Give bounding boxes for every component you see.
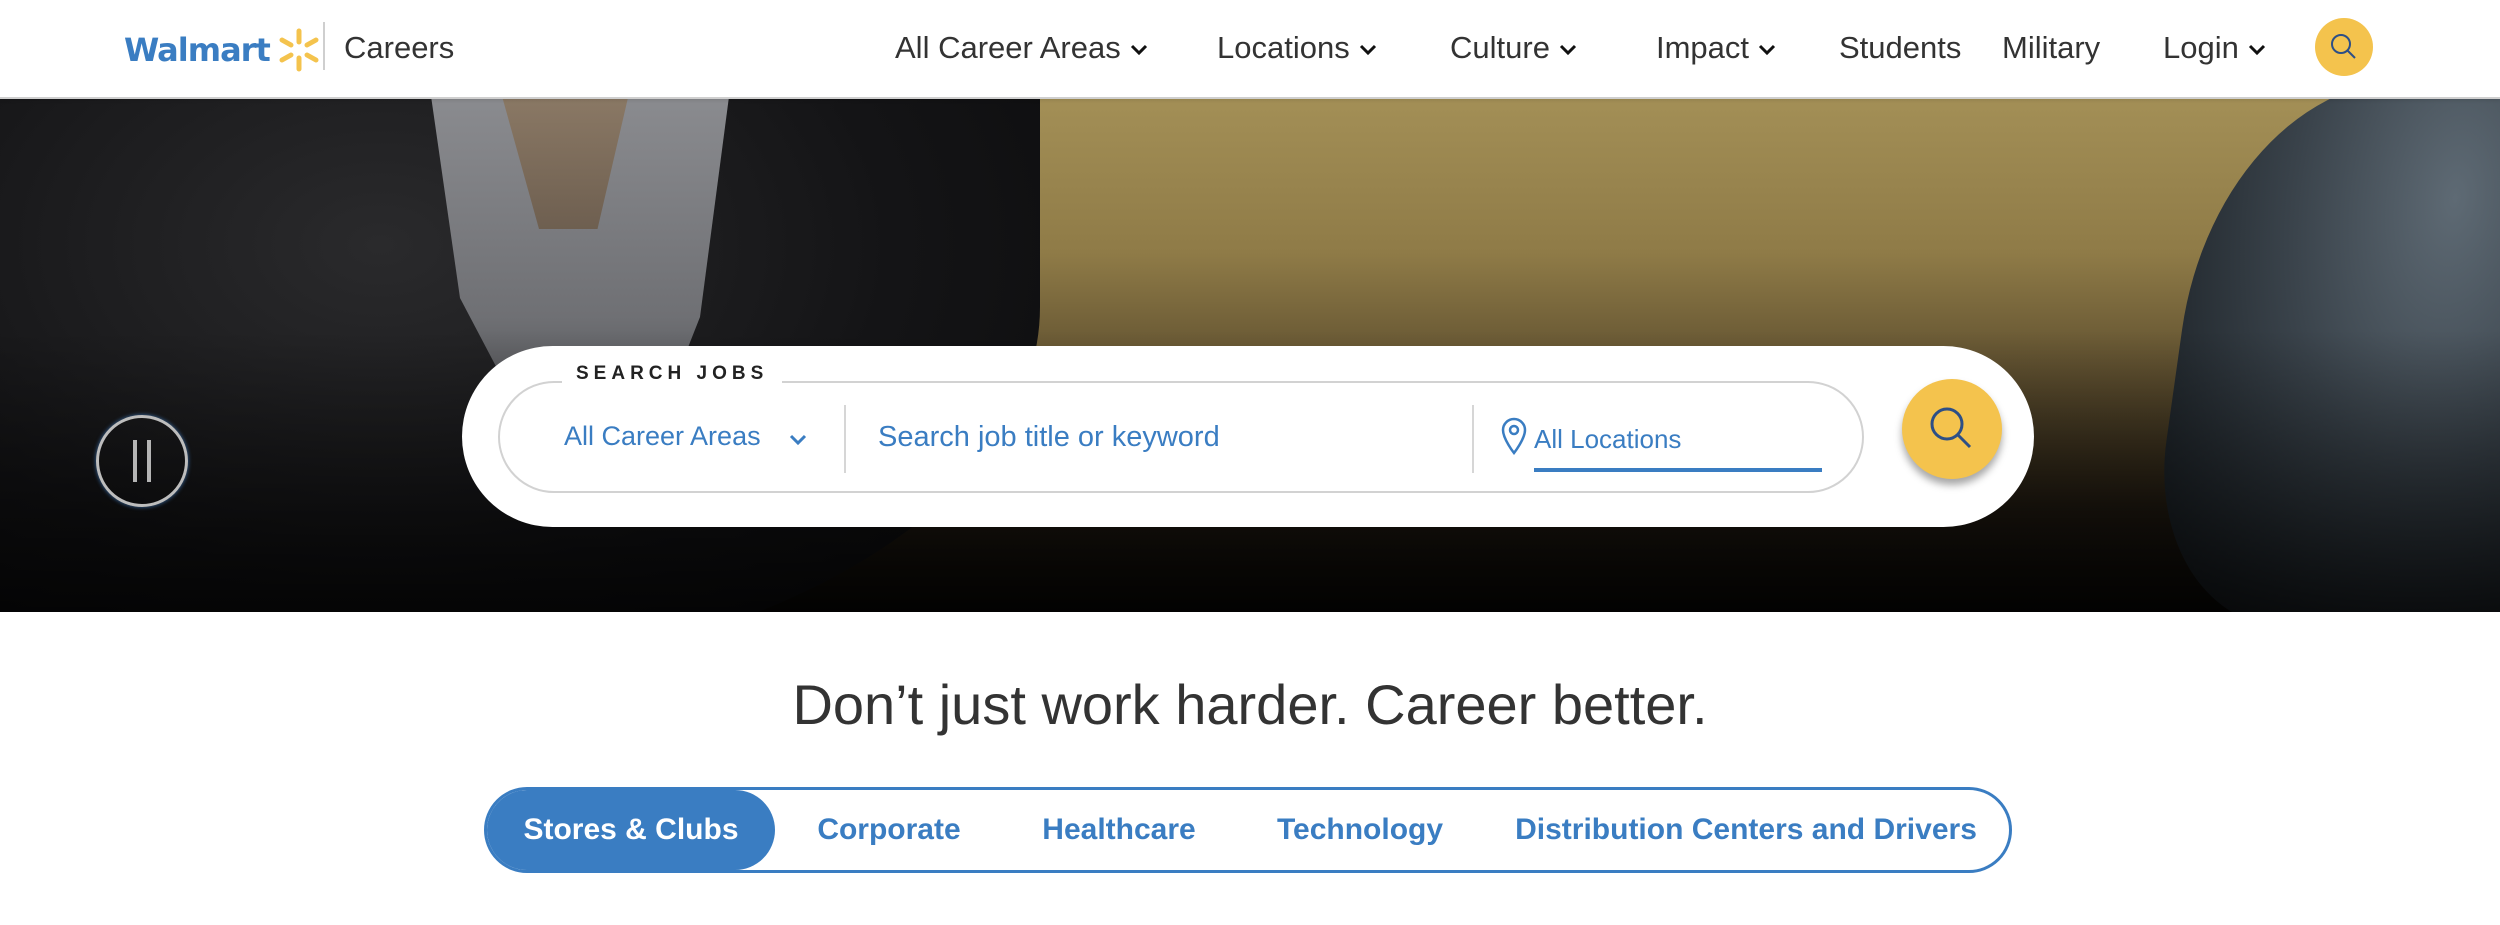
field-divider	[1472, 405, 1474, 473]
chevron-down-icon	[1359, 44, 1376, 56]
site-header: Walmart Careers All Career Areas Locatio…	[0, 0, 2500, 99]
nav-label: Students	[1839, 30, 1962, 65]
search-icon	[1930, 407, 1972, 449]
walmart-logo[interactable]: Walmart	[124, 24, 322, 76]
logo-divider	[323, 22, 325, 70]
career-category-tabs: Stores & Clubs Corporate Healthcare Tech…	[484, 787, 2012, 873]
logo-wordmark: Walmart	[124, 31, 271, 69]
search-icon	[2331, 34, 2356, 59]
nav-label: All Career Areas	[895, 30, 1121, 65]
tab-distribution-centers-drivers[interactable]: Distribution Centers and Drivers	[1485, 790, 2007, 870]
nav-label: Login	[2163, 30, 2239, 65]
nav-all-career-areas[interactable]: All Career Areas	[895, 30, 1148, 66]
pause-icon	[133, 440, 137, 482]
nav-label: Impact	[1656, 30, 1750, 65]
chevron-down-icon	[1130, 44, 1147, 56]
tab-corporate[interactable]: Corporate	[775, 790, 1003, 870]
location-input[interactable]	[1534, 419, 1820, 459]
career-area-select[interactable]: All Career Areas	[564, 421, 807, 452]
spark-icon	[279, 28, 319, 72]
chevron-down-icon	[1758, 44, 1776, 56]
keyword-search-input[interactable]	[878, 409, 1438, 465]
search-submit-button[interactable]	[1902, 379, 2002, 479]
nav-label: Locations	[1217, 30, 1350, 65]
header-search-button[interactable]	[2315, 18, 2373, 76]
nav-military[interactable]: Military	[2002, 30, 2100, 66]
map-pin-icon	[1501, 417, 1527, 455]
nav-label: Military	[2002, 30, 2101, 65]
tab-stores-clubs[interactable]: Stores & Clubs	[487, 790, 775, 870]
chevron-down-icon	[789, 434, 806, 445]
nav-label: Culture	[1450, 30, 1550, 65]
search-jobs-legend: SEARCH JOBS	[562, 363, 783, 385]
job-search-card: SEARCH JOBS All Career Areas	[462, 346, 2034, 527]
nav-locations[interactable]: Locations	[1217, 30, 1377, 66]
career-area-value: All Career Areas	[564, 421, 761, 451]
page-tagline: Don’t just work harder. Career better.	[792, 673, 1708, 736]
careers-home-link[interactable]: Careers	[344, 30, 454, 66]
field-divider	[844, 405, 846, 473]
tab-technology[interactable]: Technology	[1235, 790, 1485, 870]
nav-culture[interactable]: Culture	[1450, 30, 1577, 66]
chevron-down-icon	[1559, 44, 1576, 56]
job-search-fieldset: SEARCH JOBS All Career Areas	[498, 363, 1864, 493]
tab-healthcare[interactable]: Healthcare	[1003, 790, 1235, 870]
nav-login[interactable]: Login	[2163, 30, 2266, 66]
location-input-underline	[1534, 468, 1822, 472]
pause-video-button[interactable]	[96, 415, 188, 507]
nav-impact[interactable]: Impact	[1656, 30, 1776, 66]
pause-icon-bar	[147, 440, 151, 482]
nav-students[interactable]: Students	[1839, 30, 1961, 66]
chevron-down-icon	[2248, 44, 2265, 56]
